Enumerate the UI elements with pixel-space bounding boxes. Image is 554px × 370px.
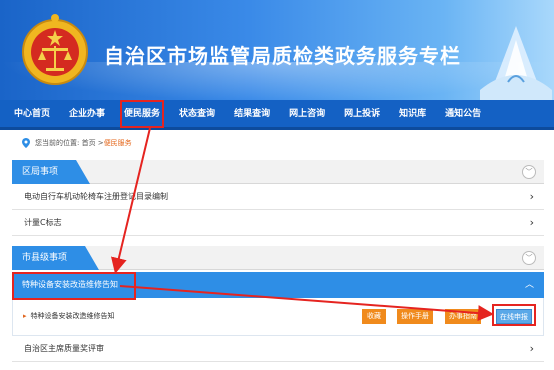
chevron-right-icon: › [529, 190, 534, 203]
district-section-title: 区局事项 [12, 160, 91, 184]
county-section-header: 市县级事项 ﹀ [12, 246, 544, 270]
nav-notices[interactable]: 通知公告 [445, 99, 481, 129]
ev-registration-row[interactable]: 电动自行车机动轮椅车注册登记目录编制 › [12, 184, 544, 210]
nav-online-complaint[interactable]: 网上投诉 [344, 99, 380, 129]
collapse-county-chevron-icon[interactable]: ﹀ [522, 251, 536, 265]
special-equipment-body: ▸ 特种设备安装改造维修告知 收藏 操作手册 办事指南 在线申报 [12, 298, 544, 336]
nav-knowledge-base[interactable]: 知识库 [399, 99, 426, 129]
nav-result-query[interactable]: 结果查询 [234, 99, 270, 129]
highlight-special-equipment [12, 272, 136, 300]
nav-status-query[interactable]: 状态查询 [179, 99, 215, 129]
special-equipment-item: ▸ 特种设备安装改造维修告知 [23, 311, 115, 321]
chevron-right-icon: › [529, 342, 534, 355]
collapse-district-chevron-icon[interactable]: ﹀ [522, 165, 536, 179]
bullet-triangle-icon: ▸ [23, 312, 27, 320]
header-banner: 自治区市场监管局质检类政务服务专栏 [0, 0, 554, 100]
breadcrumb-current[interactable]: 便民服务 [104, 138, 132, 148]
metrology-label: 计量C标志 [24, 218, 62, 227]
operation-manual-button[interactable]: 操作手册 [397, 309, 433, 324]
nav-home[interactable]: 中心首页 [14, 99, 50, 129]
favorite-button[interactable]: 收藏 [362, 309, 386, 324]
breadcrumb: 您当前的位置: 首页 > 便民服务 [22, 138, 132, 148]
main-nav: 中心首页 企业办事 便民服务 状态查询 结果查询 网上咨询 网上投诉 知识库 通… [0, 99, 554, 130]
special-equipment-item-label: 特种设备安装改造维修告知 [30, 312, 115, 320]
chevron-right-icon: › [529, 216, 534, 229]
market-regulation-emblem-icon [22, 14, 88, 85]
highlight-online-apply [492, 304, 536, 326]
quality-award-row[interactable]: 自治区主席质量奖评审 › [12, 336, 544, 362]
county-section-title: 市县级事项 [12, 246, 100, 270]
district-section-header: 区局事项 ﹀ [12, 160, 544, 184]
county-section: 市县级事项 ﹀ 特种设备安装改造维修告知 ︿ ▸ 特种设备安装改造维修告知 收藏 … [12, 246, 544, 362]
quality-award-label: 自治区主席质量奖评审 [24, 344, 104, 353]
nav-online-consult[interactable]: 网上咨询 [289, 99, 325, 129]
nav-public-service[interactable]: 便民服务 [119, 99, 165, 129]
metrology-row[interactable]: 计量C标志 › [12, 210, 544, 236]
breadcrumb-prefix: 您当前的位置: 首页 > [35, 139, 104, 147]
nav-enterprise[interactable]: 企业办事 [69, 99, 105, 129]
exhibition-center-building-icon [480, 26, 552, 100]
district-section: 区局事项 ﹀ 电动自行车机动轮椅车注册登记目录编制 › 计量C标志 › [12, 160, 544, 236]
location-pin-icon [22, 138, 30, 148]
page-title: 自治区市场监管局质检类政务服务专栏 [104, 44, 461, 68]
ev-registration-label: 电动自行车机动轮椅车注册登记目录编制 [24, 192, 168, 201]
service-guide-button[interactable]: 办事指南 [445, 309, 481, 324]
chevron-up-icon: ︿ [524, 280, 534, 290]
